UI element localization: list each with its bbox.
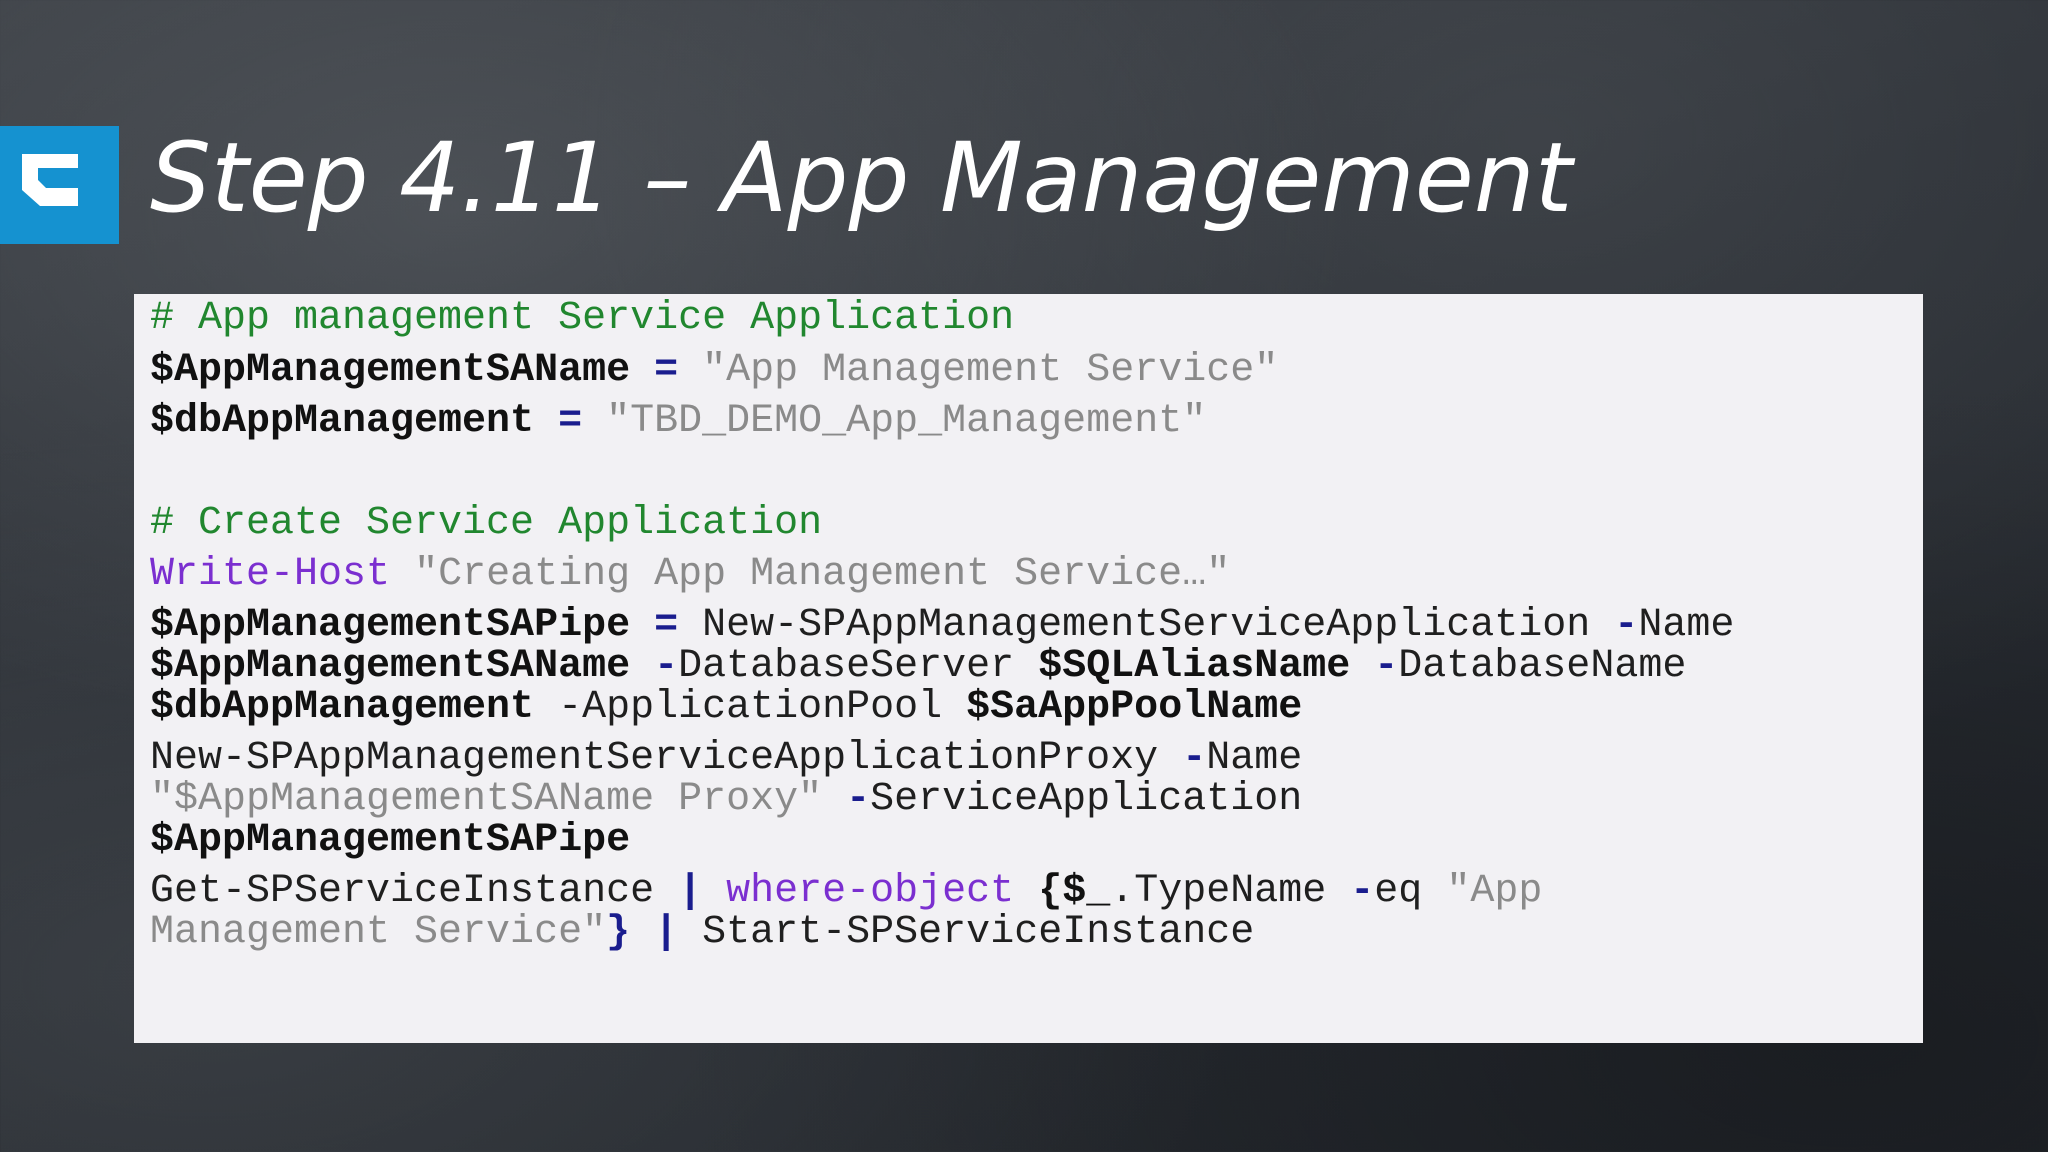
code-variable: $AppManagementSAPipe <box>150 818 631 863</box>
code-string: "App Management Service" <box>702 348 1279 393</box>
code-variable: $SaAppPoolName <box>966 685 1303 730</box>
code-variable: $dbAppManagement <box>150 399 535 444</box>
code-variable: $AppManagementSAName <box>150 348 631 393</box>
code-keyword: Write-Host <box>150 552 391 597</box>
code-panel: # App management Service Application $Ap… <box>134 294 1923 1043</box>
code-line-3: $dbAppManagement = "TBD_DEMO_App_Managem… <box>150 397 1206 447</box>
code-string: "App <box>1446 869 1543 914</box>
code-line-2: $AppManagementSAName = "App Management S… <box>150 346 1278 396</box>
code-line-4: # Create Service Application <box>150 499 822 549</box>
brand-logo <box>0 126 119 244</box>
code-parameter: DatabaseName <box>1398 644 1687 689</box>
code-parameter: eq <box>1374 869 1423 914</box>
code-parameter: ServiceApplication <box>870 777 1303 822</box>
code-operator: = <box>654 348 679 393</box>
code-line-1: # App management Service Application <box>150 294 1014 344</box>
code-variable: $dbAppManagement <box>150 685 535 730</box>
code-line-13: Management Service"} | Start-SPServiceIn… <box>150 908 1254 958</box>
code-operator: - <box>1374 644 1399 689</box>
code-line-5: Write-Host "Creating App Management Serv… <box>150 550 1230 600</box>
code-line-11: $AppManagementSAPipe <box>150 816 630 866</box>
code-operator: - <box>846 777 871 822</box>
code-parameter: -ApplicationPool <box>558 685 943 730</box>
code-string: Management Service" <box>150 910 607 955</box>
code-comment: # App management Service Application <box>150 296 1015 341</box>
brand-logo-icon <box>22 154 78 206</box>
code-operator: } <box>606 910 631 955</box>
code-string: "Creating App Management Service…" <box>414 552 1231 597</box>
slide-title: Step 4.11 – App Management <box>150 122 1573 234</box>
code-operator: - <box>1350 869 1375 914</box>
code-command: Start-SPServiceInstance <box>702 910 1255 955</box>
code-operator: = <box>558 399 583 444</box>
code-comment: # Create Service Application <box>150 501 823 546</box>
code-operator: | <box>654 910 679 955</box>
code-string: "TBD_DEMO_App_Management" <box>606 399 1207 444</box>
code-line-8: $dbAppManagement -ApplicationPool $SaApp… <box>150 683 1302 733</box>
